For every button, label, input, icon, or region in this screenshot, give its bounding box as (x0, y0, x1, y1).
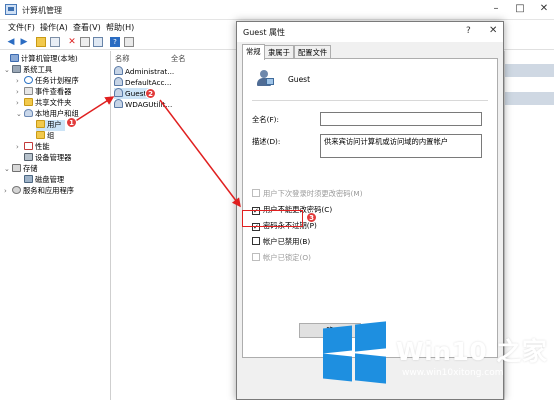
checkbox-account-locked[interactable]: 帐户已锁定(O) (252, 253, 311, 263)
menu-file[interactable]: 文件(F) (8, 22, 35, 33)
step-badge-2: 2 (145, 88, 156, 99)
tab-general[interactable]: 常规 (242, 44, 265, 60)
tree-item-device-manager[interactable]: 设备管理器 (24, 153, 71, 164)
event-log-icon (24, 87, 33, 95)
maximize-icon[interactable]: □ (513, 3, 527, 14)
checkbox[interactable] (252, 253, 260, 261)
console-tree: 计算机管理(本地) ⌄ 系统工具 › 任务计划程序 › 事件查看器 › 共享文件夹 ⌄ 本… (0, 51, 111, 400)
minimize-icon[interactable]: – (489, 3, 503, 14)
user-icon (114, 99, 123, 108)
watermark-title: Win10 之家 (396, 337, 548, 366)
disk-icon (24, 175, 33, 183)
user-account-icon (256, 70, 274, 86)
dialog-title: Guest 属性 (243, 28, 286, 37)
user-icon (114, 66, 123, 75)
menu-help[interactable]: 帮助(H) (106, 22, 134, 33)
checkbox-must-change-password[interactable]: 用户下次登录时须更改密码(M) (252, 189, 363, 199)
computer-management-icon (5, 4, 17, 15)
general-panel: Guest 全名(F): 描述(D): 供来宾访问计算机或访问域的内置帐户 用户… (242, 58, 498, 358)
window-title: 计算机管理 (22, 6, 62, 15)
tree-item-performance[interactable]: › 性能 (16, 142, 50, 153)
column-header-fullname[interactable]: 全名 (171, 54, 186, 64)
folder-icon (36, 131, 45, 139)
forward-icon[interactable]: ▶ (19, 37, 29, 47)
tree-item-storage[interactable]: ⌄ 存储 (4, 164, 38, 175)
menu-view[interactable]: 查看(V) (73, 22, 101, 33)
tree-item-users[interactable]: 用户 (36, 120, 65, 131)
list-item[interactable]: Administrat... (114, 66, 174, 77)
list-item[interactable]: DefaultAcc... (114, 77, 172, 88)
properties-icon[interactable] (80, 37, 90, 47)
device-manager-icon (24, 153, 33, 161)
tools-icon (12, 65, 21, 73)
fullname-label: 全名(F): (252, 115, 279, 124)
folder-icon (36, 120, 45, 128)
divider (252, 100, 488, 101)
tree-item-system-tools[interactable]: ⌄ 系统工具 (4, 65, 52, 76)
description-field[interactable]: 供来宾访问计算机或访问域的内置帐户 (320, 134, 482, 158)
folder-icon (24, 98, 33, 106)
step-badge-1: 1 (66, 117, 77, 128)
user-list: 名称 全名 Administrat... DefaultAcc... Guest… (112, 51, 236, 400)
menu-action[interactable]: 操作(A) (40, 22, 68, 33)
panel-icon[interactable] (124, 37, 134, 47)
checkbox[interactable] (252, 237, 260, 245)
user-icon (114, 77, 123, 86)
checkbox[interactable] (252, 189, 260, 197)
fullname-field[interactable] (320, 112, 482, 126)
clock-icon (24, 76, 33, 84)
delete-icon[interactable]: ✕ (67, 37, 77, 47)
refresh-icon[interactable] (93, 37, 103, 47)
tab-profile[interactable]: 配置文件 (294, 45, 332, 59)
performance-icon (24, 142, 33, 150)
dialog-close-icon[interactable]: ✕ (489, 25, 497, 36)
tree-item-computer-management[interactable]: 计算机管理(本地) (2, 54, 78, 65)
storage-icon (12, 164, 21, 172)
step-badge-3: 3 (306, 212, 317, 223)
tree-item-services-apps[interactable]: › 服务和应用程序 (4, 186, 74, 197)
dialog-titlebar: Guest 属性 ? ✕ (237, 22, 503, 42)
tree-item-shared-folders[interactable]: › 共享文件夹 (16, 98, 71, 109)
help-icon[interactable]: ? (110, 37, 120, 47)
close-icon[interactable]: ✕ (537, 3, 551, 14)
console-tree-icon[interactable] (50, 37, 60, 47)
watermark: Win10 之家 www.win10xitong.com (318, 318, 554, 400)
tree-item-task-scheduler[interactable]: › 任务计划程序 (16, 76, 79, 87)
user-icon (114, 88, 123, 97)
username-label: Guest (288, 75, 311, 84)
help-button[interactable]: ? (466, 26, 471, 36)
up-folder-icon[interactable] (36, 37, 46, 47)
computer-icon (10, 54, 19, 62)
tree-item-disk-management[interactable]: 磁盘管理 (24, 175, 64, 186)
tree-item-groups[interactable]: 组 (36, 131, 54, 142)
description-label: 描述(D): (252, 137, 281, 146)
main-titlebar: 计算机管理 – □ ✕ (0, 0, 554, 20)
tab-member-of[interactable]: 隶属于 (264, 45, 294, 59)
services-icon (12, 186, 21, 194)
list-item[interactable]: WDAGUtilit... (114, 99, 172, 110)
tree-item-event-viewer[interactable]: › 事件查看器 (16, 87, 71, 98)
windows-logo-icon (323, 321, 387, 385)
highlight-box (242, 210, 303, 227)
column-header-name[interactable]: 名称 (115, 54, 130, 64)
checkbox-account-disabled[interactable]: 帐户已禁用(B) (252, 237, 310, 247)
actions-header (505, 64, 554, 77)
users-icon (24, 109, 33, 117)
back-icon[interactable]: ◀ (6, 37, 16, 47)
actions-header (505, 92, 554, 105)
watermark-url: www.win10xitong.com (402, 368, 504, 378)
